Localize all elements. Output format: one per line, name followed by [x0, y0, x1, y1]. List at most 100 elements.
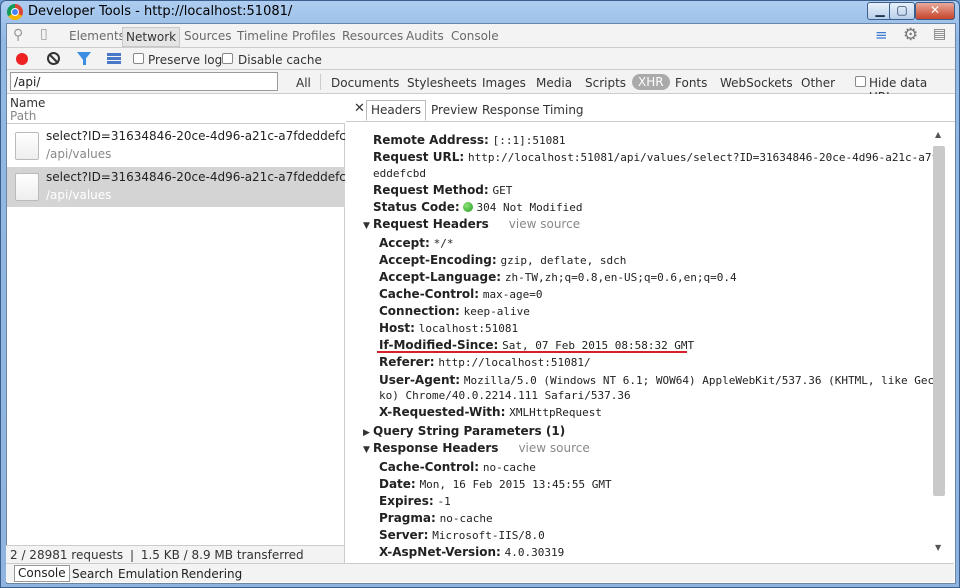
- drawer-tab-console[interactable]: Console: [14, 565, 70, 582]
- dock-icon[interactable]: ▤: [933, 26, 946, 42]
- gear-icon[interactable]: ⚙: [903, 25, 918, 45]
- tab-elements[interactable]: Elements: [69, 29, 125, 43]
- header-key: If-Modified-Since:: [379, 338, 499, 352]
- filter-scripts[interactable]: Scripts: [585, 76, 626, 90]
- drawer-tab-emulation[interactable]: Emulation: [118, 567, 179, 581]
- header-key: Server:: [379, 528, 429, 542]
- header-row: Server: Microsoft-IIS/8.0: [379, 528, 545, 542]
- drawer-tab-search[interactable]: Search: [72, 567, 113, 581]
- drawer-tab-bar: Console Search Emulation Rendering: [6, 563, 954, 582]
- title-bar: Developer Tools - http://localhost:51081…: [1, 1, 959, 23]
- filter-stylesheets[interactable]: Stylesheets: [407, 76, 477, 90]
- header-value: Mon, 16 Feb 2015 13:45:55 GMT: [419, 478, 612, 491]
- tab-console[interactable]: Console: [451, 29, 499, 43]
- filter-input[interactable]: [10, 72, 278, 91]
- large-rows-icon[interactable]: [107, 53, 121, 64]
- disable-cache-label: Disable cache: [238, 53, 322, 67]
- header-key: User-Agent:: [379, 373, 461, 387]
- request-headers-section[interactable]: ▼ Request Headers view source: [363, 217, 580, 231]
- status-code-row: Status Code: 304 Not Modified: [373, 200, 582, 214]
- filter-websockets[interactable]: WebSockets: [720, 76, 793, 90]
- header-value: XMLHttpRequest: [509, 406, 602, 419]
- tab-audits[interactable]: Audits: [406, 29, 444, 43]
- view-source-link[interactable]: view source: [518, 441, 589, 455]
- scroll-up-icon[interactable]: ▲: [935, 130, 941, 139]
- tab-timing[interactable]: Timing: [543, 103, 584, 117]
- list-column-header[interactable]: Name Path: [7, 94, 345, 124]
- filter-all[interactable]: All: [296, 76, 311, 90]
- preserve-log-label: Preserve log: [148, 53, 223, 67]
- header-value: [::1]:51081: [492, 134, 566, 147]
- close-detail-icon[interactable]: ✕: [354, 101, 365, 116]
- filter-images[interactable]: Images: [482, 76, 526, 90]
- tab-resources[interactable]: Resources: [342, 29, 403, 43]
- header-value: */*: [433, 237, 454, 250]
- search-icon[interactable]: ⚲: [13, 27, 23, 43]
- filter-icon[interactable]: [77, 52, 91, 65]
- request-url-row: Request URL: http://localhost:51081/api/…: [373, 150, 945, 164]
- disable-cache-checkbox[interactable]: [222, 53, 233, 64]
- tab-timeline[interactable]: Timeline: [237, 29, 288, 43]
- filter-other[interactable]: Other: [801, 76, 835, 90]
- hide-data-urls-checkbox[interactable]: [855, 76, 866, 87]
- tab-network[interactable]: Network: [122, 27, 181, 47]
- column-path: Path: [10, 109, 37, 123]
- response-headers-section[interactable]: ▼ Response Headers view source: [363, 441, 590, 455]
- header-value: ko) Chrome/40.0.2214.111 Safari/537.36: [379, 389, 631, 402]
- tab-sources[interactable]: Sources: [184, 29, 231, 43]
- tab-headers[interactable]: Headers: [366, 100, 426, 121]
- expanded-triangle-icon: ▼: [363, 445, 370, 455]
- tab-preview[interactable]: Preview: [431, 103, 478, 117]
- header-key: X-Requested-With:: [379, 405, 506, 419]
- header-key: Cache-Control:: [379, 460, 480, 474]
- view-source-link[interactable]: view source: [509, 217, 580, 231]
- query-string-section[interactable]: ▶ Query String Parameters (1): [363, 424, 565, 438]
- tab-profiles[interactable]: Profiles: [292, 29, 336, 43]
- clear-icon[interactable]: [47, 52, 60, 65]
- column-name: Name: [10, 96, 46, 110]
- request-name: select?ID=31634846-20ce-4d96-a21c-a7fded…: [46, 129, 362, 143]
- header-key: Accept-Encoding:: [379, 253, 497, 267]
- drawer-tab-rendering[interactable]: Rendering: [181, 567, 242, 581]
- header-row: X-AspNet-Version: 4.0.30319: [379, 545, 564, 559]
- drawer-toggle-icon[interactable]: ≡: [875, 26, 888, 44]
- filter-xhr[interactable]: XHR: [632, 74, 670, 90]
- filter-media[interactable]: Media: [536, 76, 572, 90]
- request-name: select?ID=31634846-20ce-4d96-a21c-a7fded…: [46, 170, 362, 184]
- header-key: Date:: [379, 477, 416, 491]
- header-row: Connection: keep-alive: [379, 304, 530, 318]
- header-row-highlighted: If-Modified-Since: Sat, 07 Feb 2015 08:5…: [379, 338, 694, 352]
- header-value: keep-alive: [463, 305, 530, 318]
- scrollbar-thumb[interactable]: [933, 146, 945, 496]
- header-value: zh-TW,zh;q=0.8,en-US;q=0.6,en;q=0.4: [504, 271, 737, 284]
- header-row: User-Agent: Mozilla/5.0 (Windows NT 6.1;…: [379, 373, 934, 387]
- filter-documents[interactable]: Documents: [331, 76, 399, 90]
- request-row[interactable]: select?ID=31634846-20ce-4d96-a21c-a7fded…: [7, 126, 361, 166]
- tab-response[interactable]: Response: [482, 103, 540, 117]
- maximize-button[interactable]: ▢: [889, 2, 915, 20]
- network-toolbar: Preserve log Disable cache: [7, 48, 955, 70]
- header-key: Accept-Language:: [379, 270, 502, 284]
- preserve-log-checkbox[interactable]: [133, 53, 144, 64]
- remote-address-row: Remote Address: [::1]:51081: [373, 133, 565, 147]
- header-row: Referer: http://localhost:51081/: [379, 355, 591, 369]
- window-title: Developer Tools - http://localhost:51081…: [28, 4, 293, 19]
- scroll-down-icon[interactable]: ▼: [935, 543, 941, 552]
- header-key: Host:: [379, 321, 415, 335]
- request-method-row: Request Method: GET: [373, 183, 512, 197]
- device-mode-icon[interactable]: ▯: [40, 26, 48, 42]
- header-row: X-Requested-With: XMLHttpRequest: [379, 405, 602, 419]
- header-value: Microsoft-IIS/8.0: [432, 529, 545, 542]
- header-value: max-age=0: [482, 288, 543, 301]
- record-icon[interactable]: [16, 53, 28, 65]
- close-window-button[interactable]: ✕: [915, 2, 955, 20]
- header-row: Host: localhost:51081: [379, 321, 518, 335]
- header-row: Accept-Encoding: gzip, deflate, sdch: [379, 253, 626, 267]
- header-key: Accept:: [379, 236, 430, 250]
- filter-fonts[interactable]: Fonts: [675, 76, 707, 90]
- header-value: http://localhost:51081/: [438, 356, 591, 369]
- request-row-selected[interactable]: select?ID=31634846-20ce-4d96-a21c-a7fded…: [7, 167, 361, 207]
- header-value: Mozilla/5.0 (Windows NT 6.1; WOW64) Appl…: [463, 374, 935, 387]
- header-row: Accept-Language: zh-TW,zh;q=0.8,en-US;q=…: [379, 270, 737, 284]
- header-key: Expires:: [379, 494, 434, 508]
